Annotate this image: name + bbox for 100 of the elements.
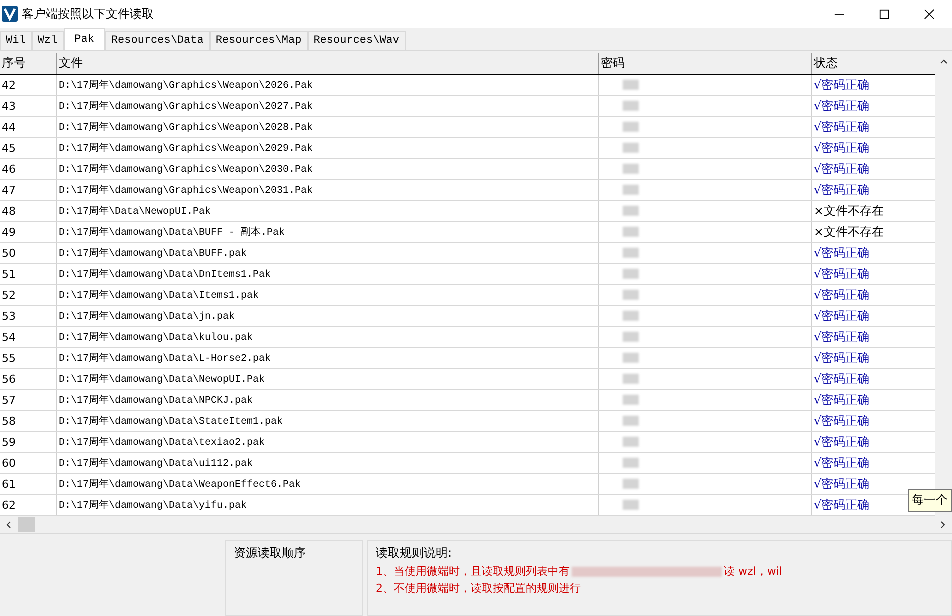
table-cell: D:\17周年\damowang\Data\DnItems1.Pak bbox=[57, 264, 599, 284]
status-text: √密码正确 bbox=[814, 370, 870, 388]
table-cell: D:\17周年\damowang\Data\WeaponEffect6.Pak bbox=[57, 474, 599, 494]
table-cell: D:\17周年\damowang\Data\texiao2.pak bbox=[57, 432, 599, 452]
table-cell: 59 bbox=[0, 432, 57, 452]
table-cell: D:\17周年\damowang\Data\NPCKJ.pak bbox=[57, 390, 599, 410]
column-header[interactable]: 密码 bbox=[599, 53, 812, 74]
table-cell: 45 bbox=[0, 138, 57, 158]
table-cell: 52 bbox=[0, 285, 57, 305]
status-text: √密码正确 bbox=[814, 98, 870, 114]
blurred-text bbox=[623, 80, 639, 90]
table-cell: D:\17周年\damowang\Data\ui112.pak bbox=[57, 453, 599, 473]
status-text: √密码正确 bbox=[814, 412, 870, 430]
blurred-text bbox=[623, 269, 639, 279]
table-cell: 57 bbox=[0, 390, 57, 410]
table-cell: 46 bbox=[0, 159, 57, 179]
blurred-text bbox=[623, 206, 639, 216]
tab[interactable]: Wzl bbox=[32, 31, 64, 50]
table-cell: 53 bbox=[0, 306, 57, 326]
blurred-text bbox=[623, 374, 639, 384]
status-text: √密码正确 bbox=[814, 496, 870, 514]
table-cell: D:\17周年\damowang\Data\BUFF.pak bbox=[57, 243, 599, 263]
status-text: √密码正确 bbox=[814, 118, 870, 136]
table-cell: 51 bbox=[0, 264, 57, 284]
tab[interactable]: Pak bbox=[64, 28, 106, 50]
tooltip: 每一个 bbox=[908, 489, 952, 512]
status-text: √密码正确 bbox=[814, 308, 870, 324]
status-text: √密码正确 bbox=[814, 392, 870, 408]
table-cell: D:\17周年\damowang\Data\Items1.pak bbox=[57, 285, 599, 305]
status-text: √密码正确 bbox=[814, 434, 870, 450]
close-icon[interactable] bbox=[924, 8, 935, 20]
tab[interactable]: Resources\Map bbox=[210, 31, 308, 50]
tab[interactable]: Wil bbox=[0, 31, 32, 50]
table-cell: D:\17周年\damowang\Graphics\Weapon\2026.Pak bbox=[57, 75, 599, 95]
table-cell: D:\17周年\damowang\Data\yifu.pak bbox=[57, 495, 599, 515]
status-text: ×文件不存在 bbox=[814, 224, 884, 240]
column-header[interactable]: 序号 bbox=[0, 53, 57, 74]
table-cell: D:\17周年\damowang\Data\NewopUI.Pak bbox=[57, 369, 599, 389]
table-cell: D:\17周年\damowang\Graphics\Weapon\2031.Pak bbox=[57, 180, 599, 200]
blurred-text bbox=[623, 479, 639, 489]
blurred-text bbox=[623, 227, 639, 237]
status-text: ×文件不存在 bbox=[814, 202, 884, 220]
blurred-text bbox=[623, 437, 639, 447]
rule-text: 读 wzl，wil bbox=[724, 564, 782, 579]
blurred-text bbox=[623, 311, 639, 321]
blurred-text bbox=[623, 290, 639, 300]
table-cell: 47 bbox=[0, 180, 57, 200]
status-text: √密码正确 bbox=[814, 286, 870, 304]
table-cell: D:\17周年\damowang\Data\kulou.pak bbox=[57, 327, 599, 347]
rule-text: 1、当使用微端时，且读取规则列表中有 bbox=[376, 564, 570, 579]
table-cell: D:\17周年\damowang\Graphics\Weapon\2029.Pak bbox=[57, 138, 599, 158]
table-cell: D:\17周年\Data\NewopUI.Pak bbox=[57, 201, 599, 221]
maximize-icon[interactable] bbox=[879, 8, 890, 20]
table-cell: 50 bbox=[0, 243, 57, 263]
scroll-left-icon[interactable] bbox=[4, 520, 14, 530]
group-title: 资源读取顺序 bbox=[234, 546, 306, 560]
status-text: √密码正确 bbox=[814, 182, 870, 198]
table-cell: D:\17周年\damowang\Data\L-Horse2.pak bbox=[57, 348, 599, 368]
status-text: √密码正确 bbox=[814, 140, 870, 156]
status-text: √密码正确 bbox=[814, 476, 870, 492]
table-cell: 55 bbox=[0, 348, 57, 368]
status-text: √密码正确 bbox=[814, 350, 870, 366]
table-cell: D:\17周年\damowang\Data\jn.pak bbox=[57, 306, 599, 326]
blurred-text bbox=[623, 395, 639, 405]
table-cell: 49 bbox=[0, 222, 57, 242]
table-cell: 43 bbox=[0, 96, 57, 116]
blurred-text bbox=[623, 164, 639, 174]
blurred-text bbox=[623, 353, 639, 363]
tab[interactable]: Resources\Wav bbox=[308, 31, 406, 50]
status-text: √密码正确 bbox=[814, 328, 870, 346]
table-cell: 58 bbox=[0, 411, 57, 431]
status-text: √密码正确 bbox=[814, 244, 870, 262]
window-title: 客户端按照以下文件读取 bbox=[22, 6, 154, 22]
status-text: √密码正确 bbox=[814, 160, 870, 178]
blurred-text bbox=[623, 185, 639, 195]
tab[interactable]: Resources\Data bbox=[105, 31, 210, 50]
column-header[interactable]: 文件 bbox=[57, 53, 599, 74]
table-cell: D:\17周年\damowang\Graphics\Weapon\2028.Pak bbox=[57, 117, 599, 137]
table-cell: 44 bbox=[0, 117, 57, 137]
blurred-text bbox=[623, 122, 639, 132]
table-cell: 42 bbox=[0, 75, 57, 95]
blurred-text bbox=[623, 332, 639, 342]
rule-text: 2、不使用微端时，读取按配置的规则进行 bbox=[376, 581, 581, 596]
column-header[interactable]: 状态 bbox=[812, 53, 935, 74]
table-cell: D:\17周年\damowang\Graphics\Weapon\2027.Pak bbox=[57, 96, 599, 116]
scrollbar-thumb[interactable] bbox=[18, 517, 35, 532]
blurred-text bbox=[623, 143, 639, 153]
scroll-right-icon[interactable] bbox=[938, 520, 948, 530]
status-text: √密码正确 bbox=[814, 454, 870, 472]
table-cell: D:\17周年\damowang\Graphics\Weapon\2030.Pak bbox=[57, 159, 599, 179]
blurred-text bbox=[623, 500, 639, 510]
blurred-text bbox=[623, 458, 639, 468]
table-cell: 60 bbox=[0, 453, 57, 473]
table-cell: 56 bbox=[0, 369, 57, 389]
table-cell: 54 bbox=[0, 327, 57, 347]
table-cell: 48 bbox=[0, 201, 57, 221]
blurred-text bbox=[623, 248, 639, 258]
blurred-text bbox=[623, 416, 639, 426]
blurred-text bbox=[623, 101, 639, 111]
table-cell: 62 bbox=[0, 495, 57, 515]
